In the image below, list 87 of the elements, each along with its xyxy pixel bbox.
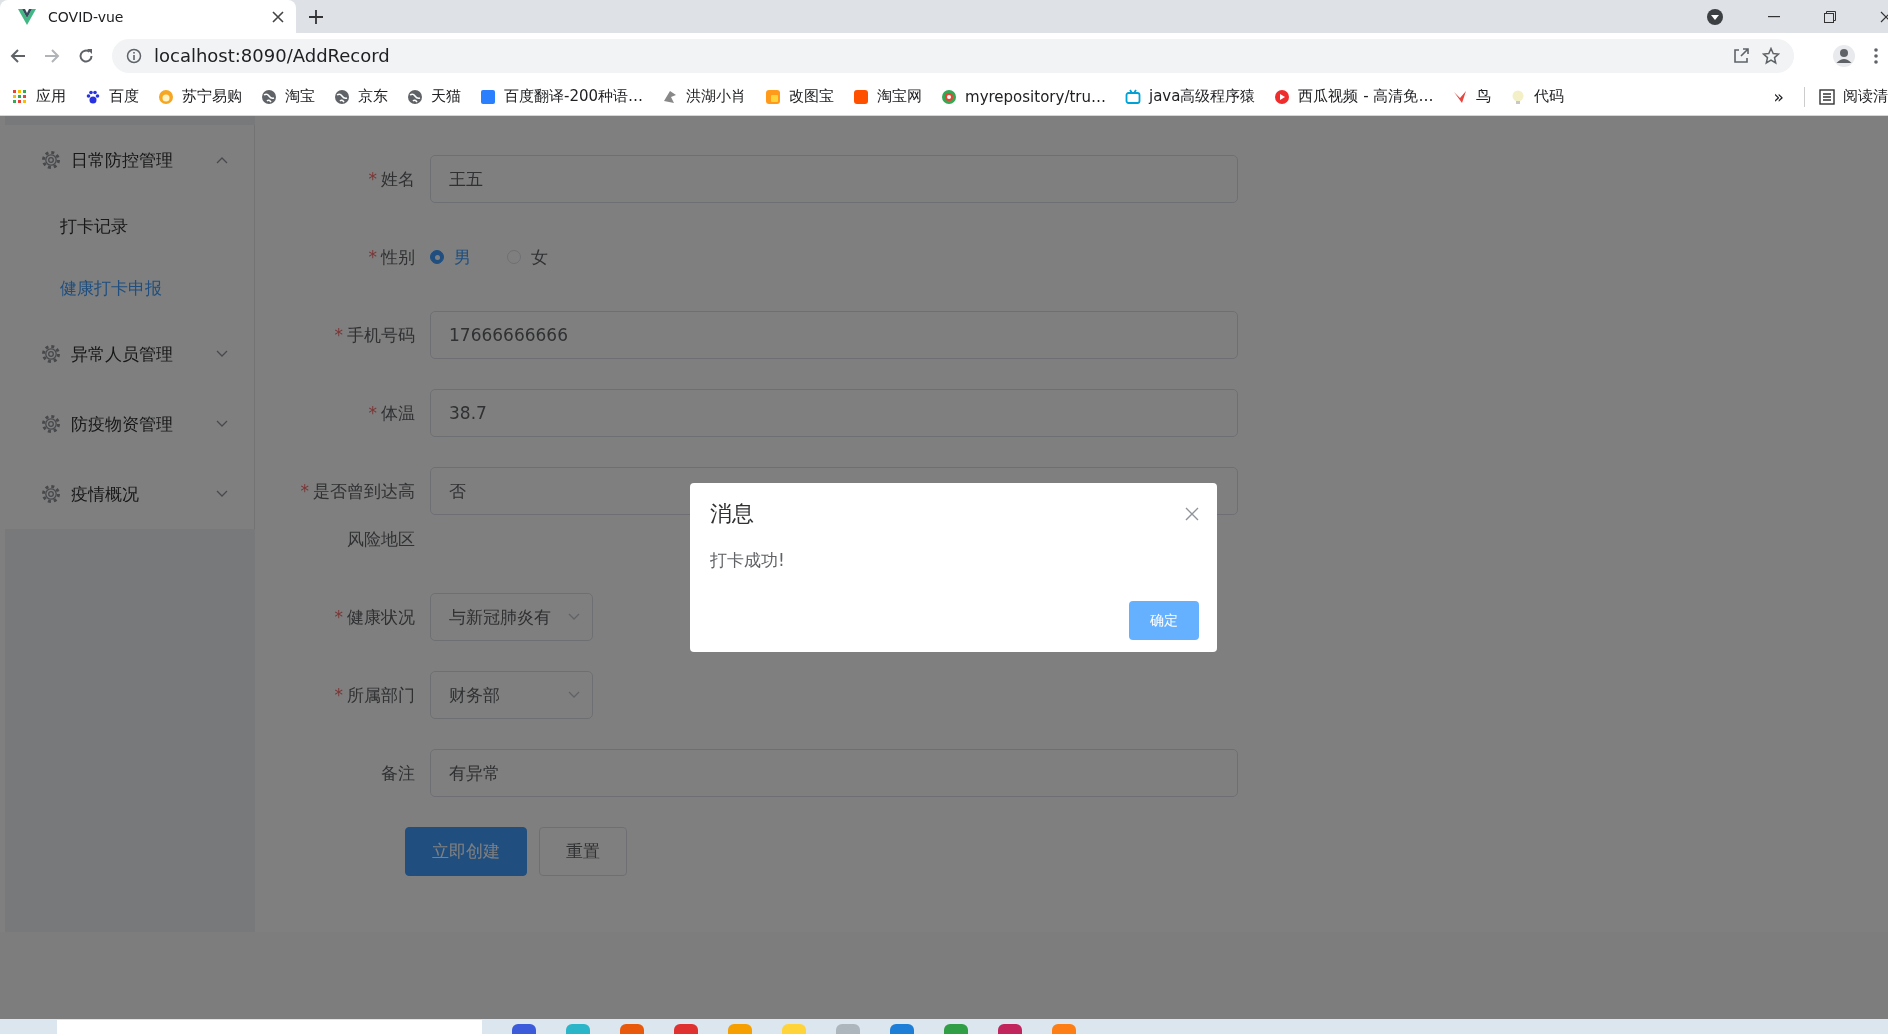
address-bar[interactable]: localhost:8090/AddRecord: [112, 38, 1794, 73]
bookmark[interactable]: 西瓜视频 - 高清免…: [1274, 87, 1434, 106]
bookmark-icon: [480, 88, 496, 105]
required-mark: *: [368, 247, 377, 267]
bookmark[interactable]: 京东: [334, 87, 388, 106]
menu-group-label: 防疫物资管理: [71, 412, 174, 436]
bookmark[interactable]: 百度: [85, 87, 139, 106]
reading-list-link[interactable]: 阅读清: [1843, 87, 1888, 106]
required-mark: *: [368, 403, 377, 423]
more-bookmarks-button[interactable]: »: [1773, 86, 1784, 107]
bookmark-icon: [334, 88, 350, 105]
bookmark-icon: [12, 88, 28, 105]
bookmark[interactable]: 苏宁易购: [158, 87, 242, 106]
dialog-message: 打卡成功!: [710, 549, 786, 572]
taskbar-app-icon[interactable]: [944, 1024, 968, 1034]
menu-group[interactable]: 防疫物资管理: [5, 389, 254, 459]
menu-group[interactable]: 异常人员管理: [5, 319, 254, 389]
gear-icon: [41, 150, 61, 170]
caret-icon: [568, 691, 580, 699]
bookmark[interactable]: 代码: [1510, 87, 1565, 106]
field-label-text: 体温: [381, 403, 415, 423]
field-label-text: 是否曾到达高风险地区: [313, 481, 415, 549]
bookmark-icon: [1125, 88, 1141, 105]
field-label-text: 所属部门: [347, 685, 415, 705]
required-mark: *: [334, 685, 343, 705]
required-mark: *: [334, 607, 343, 627]
bookmark[interactable]: 淘宝: [261, 87, 315, 106]
bookmark-icon: [407, 88, 423, 105]
bookmark-icon: [85, 88, 101, 105]
bookmark[interactable]: java高级程序猿: [1125, 87, 1256, 106]
bookmark[interactable]: 百度翻译-200种语…: [480, 87, 644, 106]
dropdown-icon[interactable]: [1706, 7, 1724, 26]
required-mark: *: [368, 169, 377, 189]
back-icon[interactable]: [10, 47, 26, 64]
browser-tab[interactable]: COVID-vue: [0, 0, 296, 33]
share-icon[interactable]: [1732, 46, 1750, 65]
bookmark[interactable]: 天猫: [407, 87, 461, 106]
field-label-text: 手机号码: [347, 325, 415, 345]
reading-list-icon[interactable]: [1819, 88, 1835, 105]
field-label-text: 备注: [381, 763, 415, 783]
gear-icon: [41, 344, 61, 364]
bookmark-icon: [765, 88, 782, 105]
bookmark[interactable]: 应用: [12, 87, 66, 106]
bookmark[interactable]: 改图宝: [765, 87, 835, 106]
menu-group-label: 日常防控管理: [71, 148, 174, 172]
restore-icon[interactable]: [1824, 10, 1836, 23]
taskbar-search-field[interactable]: [57, 1020, 482, 1034]
close-icon[interactable]: [272, 10, 284, 23]
url-text: localhost:8090/AddRecord: [154, 45, 391, 66]
taskbar-app-icon[interactable]: [674, 1024, 698, 1034]
info-icon: [126, 47, 142, 64]
bookmark-icon: [261, 88, 277, 105]
menu-group-label: 异常人员管理: [71, 342, 174, 366]
close-icon[interactable]: [1880, 10, 1888, 23]
required-mark: *: [300, 481, 309, 501]
taskbar-app-icon[interactable]: [620, 1024, 644, 1034]
bookmark-icon: [1274, 88, 1291, 105]
taskbar-app-icon[interactable]: [998, 1024, 1022, 1034]
bookmark[interactable]: 洪湖小肖: [662, 87, 747, 106]
gear-icon: [41, 414, 61, 434]
bookmark-icon: [853, 88, 870, 105]
profile-icon[interactable]: [1832, 43, 1856, 68]
menu-item[interactable]: 打卡记录: [5, 195, 254, 257]
dialog-title: 消息: [710, 500, 754, 528]
taskbar-app-icon[interactable]: [512, 1024, 536, 1034]
menu-group-label: 疫情概况: [71, 482, 140, 506]
bookmark[interactable]: 鸟: [1452, 87, 1492, 106]
required-mark: *: [334, 325, 343, 345]
bookmark[interactable]: 淘宝网: [853, 87, 923, 106]
star-icon[interactable]: [1762, 46, 1780, 65]
menu-icon[interactable]: [1874, 47, 1878, 64]
menu-group[interactable]: 日常防控管理: [5, 125, 254, 195]
bookmark[interactable]: myrepository/tru…: [941, 87, 1106, 106]
tab-title: COVID-vue: [48, 8, 125, 25]
plus-icon[interactable]: [308, 8, 324, 25]
taskbar-app-icon[interactable]: [890, 1024, 914, 1034]
gear-icon: [41, 484, 61, 504]
field-label-text: 姓名: [381, 169, 415, 189]
caret-icon: [568, 613, 580, 621]
bookmark-icon: [941, 88, 958, 105]
bookmark-icon: [158, 88, 174, 105]
reload-icon[interactable]: [78, 47, 94, 64]
field-label-text: 性别: [381, 247, 415, 267]
field-label-text: 健康状况: [347, 607, 415, 627]
menu-group[interactable]: 疫情概况: [5, 459, 254, 529]
vue-logo-icon: [18, 8, 36, 25]
minimize-icon[interactable]: [1768, 15, 1780, 18]
